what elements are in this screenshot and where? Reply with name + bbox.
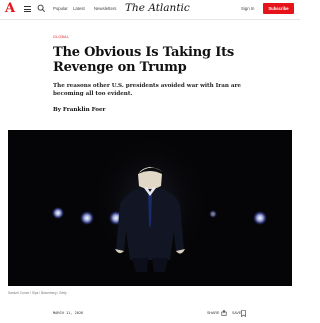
photo-caption: Samuel Corum / Sipa / Bloomberg / Getty xyxy=(8,291,67,295)
menu-icon[interactable] xyxy=(24,6,31,12)
nav-newsletters-link[interactable]: Newsletters xyxy=(94,6,116,12)
bookmark-icon[interactable] xyxy=(241,310,246,317)
share-icon[interactable] xyxy=(221,310,227,316)
save-label[interactable]: SAVE xyxy=(232,311,241,316)
hero-image xyxy=(8,130,292,286)
article-dek: The reasons other U.S. presidents avoide… xyxy=(53,83,241,97)
article-date: MARCH 11, 2026 xyxy=(53,311,84,315)
article-byline[interactable]: By Franklin Foer xyxy=(53,106,105,114)
sign-in-link[interactable]: Sign In xyxy=(241,6,254,12)
article-headline: The Obvious Is Taking Its Revenge on Tru… xyxy=(53,45,234,75)
subscribe-button[interactable]: Subscribe xyxy=(263,3,294,14)
top-nav-bar: A Popular Latest Newsletters The Atlanti… xyxy=(0,0,300,20)
hero-photo-illustration xyxy=(8,130,292,286)
search-icon[interactable] xyxy=(37,4,46,13)
brand-wordmark[interactable]: The Atlantic xyxy=(125,2,190,15)
atlantic-logo-icon[interactable]: A xyxy=(5,2,15,16)
share-label[interactable]: SHARE xyxy=(207,311,219,316)
nav-latest-link[interactable]: Latest xyxy=(73,6,85,12)
section-label[interactable]: GLOBAL xyxy=(53,35,69,40)
nav-popular-link[interactable]: Popular xyxy=(53,6,68,12)
